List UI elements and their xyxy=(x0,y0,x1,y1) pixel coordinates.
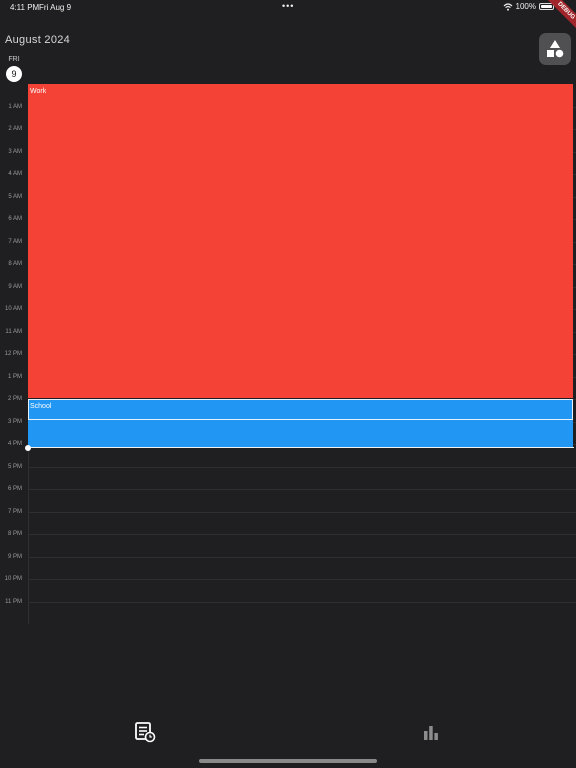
hour-label: 3 PM xyxy=(7,419,22,425)
multitasking-dots[interactable]: ••• xyxy=(282,1,294,11)
hour-label: 8 PM xyxy=(7,531,22,537)
day-timeline[interactable]: 1 AM 2 AM 3 AM 4 AM 5 AM 6 AM 7 AM 8 AM 9 AM 10 A… xyxy=(0,84,576,624)
hour-label: 2 AM xyxy=(8,126,22,132)
hour-label: 5 PM xyxy=(7,464,22,470)
hour-label: 12 PM xyxy=(4,351,22,357)
battery-percent: 100% xyxy=(515,2,536,11)
month-title: August 2024 xyxy=(5,34,71,46)
shapes-icon xyxy=(547,40,564,58)
hour-gridline xyxy=(28,579,576,580)
hour-label: 6 PM xyxy=(7,486,22,492)
hour-gridline xyxy=(28,467,576,468)
hour-label: 8 AM xyxy=(8,261,22,267)
bottom-navigation xyxy=(0,716,576,748)
hour-label: 10 PM xyxy=(4,576,22,582)
hour-label: 1 PM xyxy=(7,374,22,380)
current-time-dot xyxy=(25,445,31,451)
hour-gridline xyxy=(28,489,576,490)
hour-gridline xyxy=(28,534,576,535)
status-indicators: 100% xyxy=(503,2,554,11)
hour-label: 3 AM xyxy=(8,149,22,155)
tab-timeline[interactable] xyxy=(125,716,165,748)
day-name: FRI xyxy=(8,56,20,63)
hour-label: 7 PM xyxy=(7,509,22,515)
add-event-button[interactable] xyxy=(539,33,571,65)
hour-label: 11 AM xyxy=(5,329,22,335)
event-work[interactable]: Work xyxy=(28,84,573,398)
hour-label: 11 PM xyxy=(5,599,22,605)
event-school[interactable]: School xyxy=(28,399,573,448)
hour-label: 4 AM xyxy=(8,171,22,177)
hour-label: 1 AM xyxy=(8,104,22,110)
hour-label: 9 AM xyxy=(8,284,22,290)
event-title: Work xyxy=(30,88,47,95)
home-indicator[interactable] xyxy=(199,759,377,763)
status-bar: 4:11 PM Fri Aug 9 ••• 100% xyxy=(0,0,576,14)
tab-statistics[interactable] xyxy=(411,716,451,748)
hour-label: 10 AM xyxy=(4,306,22,312)
hour-label: 5 AM xyxy=(8,194,22,200)
bar-chart-icon xyxy=(424,726,438,740)
hour-label: 6 AM xyxy=(8,216,22,222)
list-clock-icon xyxy=(135,722,156,743)
status-time: 4:11 PM xyxy=(10,3,40,12)
status-date: Fri Aug 9 xyxy=(39,3,72,12)
event-title: School xyxy=(30,403,52,410)
hour-label: 2 PM xyxy=(7,396,22,402)
wifi-icon xyxy=(503,2,512,11)
event-selection-outline xyxy=(28,399,573,420)
hour-label: 9 PM xyxy=(7,554,22,560)
hour-label: 7 AM xyxy=(8,239,22,245)
hour-gridline xyxy=(28,557,576,558)
hour-label: 4 PM xyxy=(7,441,22,447)
hour-gridline xyxy=(28,602,576,603)
current-time-line xyxy=(28,447,574,448)
hour-gridline xyxy=(28,512,576,513)
day-number[interactable]: 9 xyxy=(6,66,22,82)
